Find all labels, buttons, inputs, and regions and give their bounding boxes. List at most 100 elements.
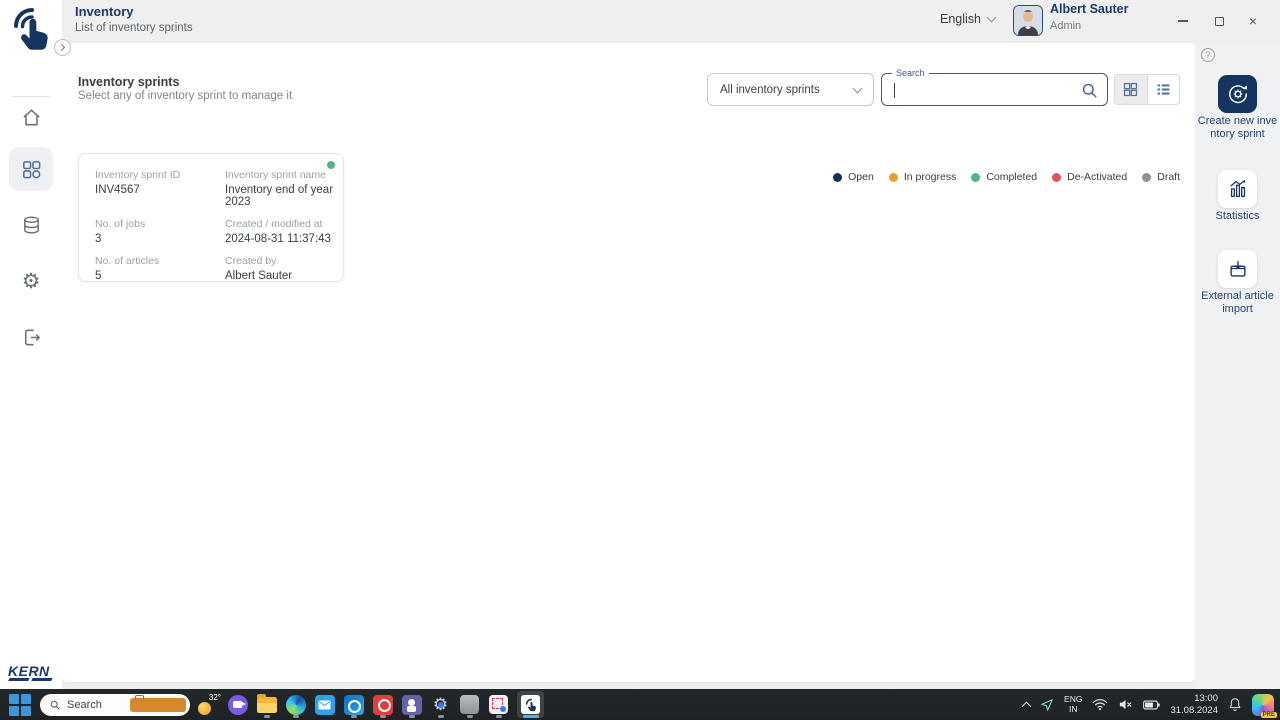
card-fields: Inventory sprint ID INV4567 Inventory sp… — [85, 169, 345, 282]
user-name: Albert Sauter — [1050, 2, 1129, 16]
wifi-icon[interactable] — [1092, 698, 1108, 711]
field-label: No. of articles — [95, 255, 215, 267]
status-dot — [889, 173, 898, 182]
close-button[interactable]: × — [1242, 12, 1264, 30]
volume-muted-icon[interactable] — [1118, 698, 1133, 711]
sprint-filter-dropdown[interactable]: All inventory sprints — [707, 73, 874, 106]
settings-app-icon[interactable]: ⚙ — [430, 692, 451, 718]
legend-label: De-Activated — [1067, 171, 1127, 183]
start-button[interactable] — [8, 693, 32, 717]
legend-item-in-progress: In progress — [889, 171, 957, 183]
taskbar-clock[interactable]: 13:00 31.08.2024 — [1170, 693, 1218, 717]
avatar[interactable] — [1013, 5, 1043, 36]
red-badge-icon — [373, 695, 393, 715]
gear-icon: ⚙ — [22, 271, 41, 292]
search-input[interactable] — [892, 76, 1062, 102]
field-label: Created / modified at — [225, 218, 345, 230]
grid-view-button[interactable] — [1115, 75, 1147, 104]
list-view-icon — [1155, 81, 1172, 98]
section-heading: Inventory sprints — [78, 75, 179, 89]
inventory-sprint-card[interactable]: Inventory sprint ID INV4567 Inventory sp… — [78, 153, 344, 282]
help-icon: ? — [1205, 50, 1210, 60]
inventory-app-taskbar-icon[interactable] — [517, 691, 544, 718]
database-icon — [20, 214, 43, 237]
chevron-down-icon — [987, 13, 997, 23]
running-indicator — [438, 715, 444, 718]
maximize-icon — [1215, 17, 1224, 26]
main-panel: Inventory sprints Select any of inventor… — [62, 43, 1195, 682]
location-share-icon[interactable] — [1040, 698, 1054, 712]
gray-tile-icon — [460, 695, 479, 714]
minimize-button[interactable] — [1172, 12, 1194, 30]
file-explorer-icon[interactable] — [256, 692, 277, 718]
camera-app-icon[interactable] — [227, 692, 248, 718]
notifications-bell-icon[interactable] — [1228, 697, 1242, 712]
clock-date: 31.08.2024 — [1170, 705, 1218, 717]
teams-app-icon[interactable] — [401, 692, 422, 718]
close-icon: × — [1249, 14, 1257, 28]
sidebar-item-database[interactable] — [9, 203, 53, 247]
user-role: Admin — [1050, 20, 1081, 32]
keyboard-language-indicator[interactable]: ENG IN — [1064, 695, 1082, 715]
help-button[interactable]: ? — [1201, 48, 1215, 62]
sidebar-item-settings[interactable]: ⚙ — [9, 259, 53, 303]
left-sidebar: ⚙ KERN — [0, 0, 62, 689]
gray-app-icon[interactable] — [459, 692, 480, 718]
page-subtitle: List of inventory sprints — [75, 22, 193, 34]
windows-taskbar: Search 32° ⚙ — [0, 689, 1280, 720]
filter-selected-value: All inventory sprints — [720, 84, 820, 96]
search-field: Search — [881, 73, 1108, 106]
copilot-preview-badge: PRE — [1261, 712, 1277, 718]
sidebar-item-inventory-sprints[interactable] — [9, 147, 53, 191]
list-view-button[interactable] — [1148, 75, 1180, 104]
field-label: No. of jobs — [95, 218, 215, 230]
folder-icon — [257, 697, 277, 713]
legend-item-completed: Completed — [971, 171, 1037, 183]
red-app-icon[interactable] — [372, 692, 393, 718]
external-article-import-button[interactable] — [1218, 250, 1257, 288]
language-region: IN — [1064, 705, 1082, 715]
tray-overflow-chevron-icon[interactable] — [1022, 701, 1032, 711]
weather-widget[interactable]: 32° — [198, 692, 219, 718]
field-label: Created by — [225, 255, 345, 267]
sidebar-item-home[interactable] — [9, 95, 53, 139]
field-label: Inventory sprint ID — [95, 169, 215, 181]
maximize-button[interactable] — [1208, 12, 1230, 30]
outlook-app-icon[interactable] — [343, 692, 364, 718]
video-camera-icon — [228, 695, 248, 715]
statistics-button[interactable] — [1218, 170, 1257, 208]
logout-icon — [20, 326, 43, 349]
legend-item-draft: Draft — [1142, 171, 1180, 183]
field-value: 3 — [95, 233, 215, 245]
statistics-icon — [1227, 178, 1249, 200]
search-icon[interactable] — [1080, 81, 1099, 100]
battery-icon[interactable] — [1143, 699, 1160, 711]
sidebar-expand-button[interactable] — [54, 39, 71, 56]
chevron-right-icon — [58, 44, 65, 51]
kern-brand-text: KERN — [8, 663, 50, 679]
field-label: Inventory sprint name — [225, 169, 345, 181]
create-sprint-icon — [1227, 83, 1249, 105]
sidebar-item-logout[interactable] — [9, 315, 53, 359]
section-subheading: Select any of inventory sprint to manage… — [78, 90, 292, 102]
mail-app-icon[interactable] — [314, 692, 335, 718]
edge-icon — [286, 695, 306, 715]
view-toggle — [1114, 74, 1180, 105]
status-dot — [1142, 173, 1151, 182]
snip-icon — [489, 695, 508, 714]
legend-label: Draft — [1157, 171, 1180, 183]
language-selector[interactable]: English — [940, 12, 995, 26]
snipping-tool-icon[interactable] — [488, 692, 509, 718]
edge-browser-icon[interactable] — [285, 692, 306, 718]
running-indicator — [264, 715, 270, 718]
running-indicator — [351, 715, 357, 718]
taskbar-search[interactable]: Search — [40, 694, 190, 716]
copilot-icon[interactable]: PRE — [1252, 694, 1274, 716]
field-created-by: Created by Albert Sauter — [215, 255, 345, 282]
legend-label: In progress — [904, 171, 957, 183]
create-new-sprint-button[interactable] — [1218, 75, 1257, 113]
text-caret — [894, 83, 895, 98]
kern-logo-underline — [9, 678, 51, 681]
right-action-rail: ? Create new inventory sprint Statistics — [1195, 43, 1280, 689]
system-tray: ENG IN 13:00 31.08.2024 PRE — [1023, 689, 1274, 720]
